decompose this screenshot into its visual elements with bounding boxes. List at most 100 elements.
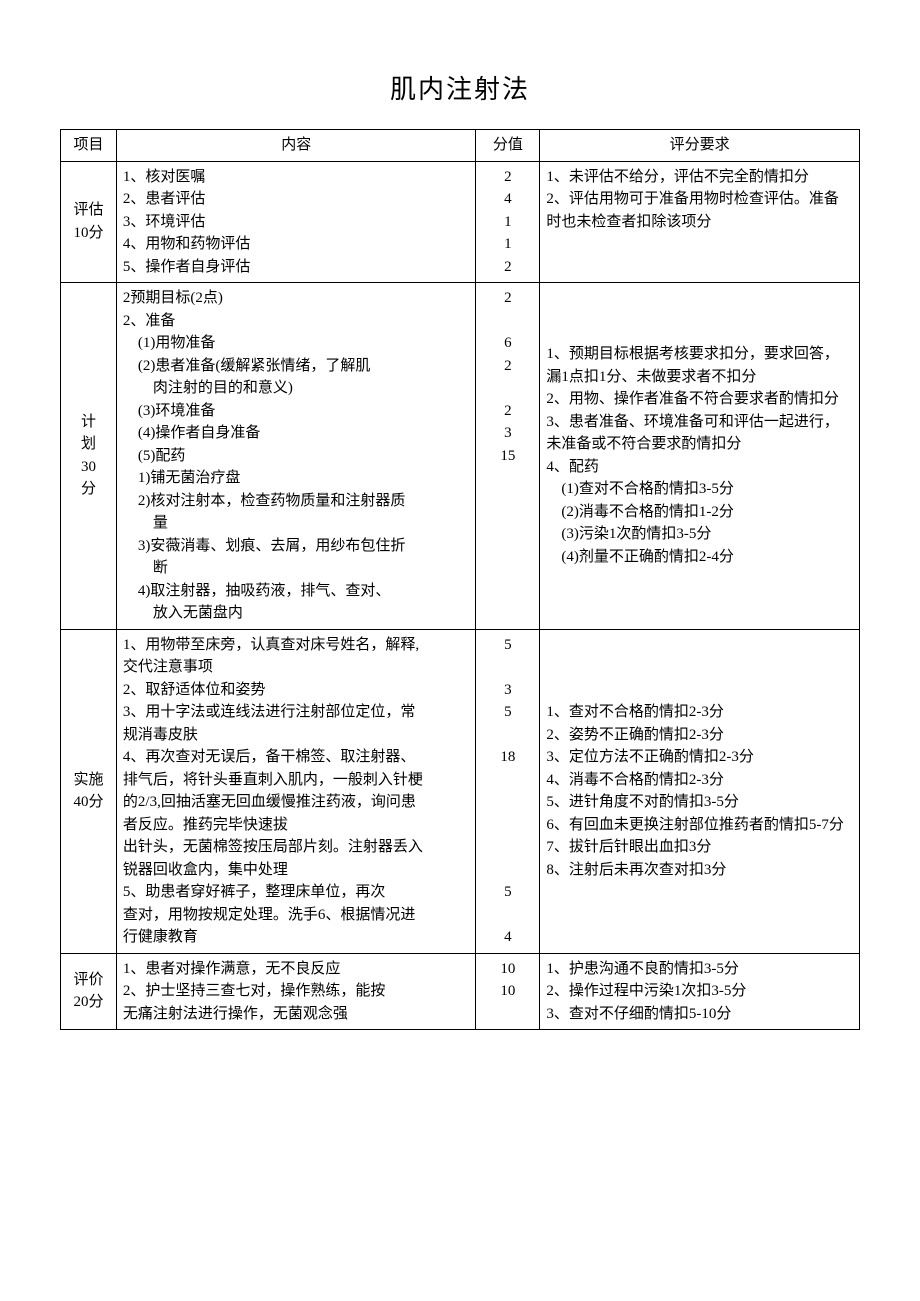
score-line: 18 bbox=[482, 746, 533, 769]
score-line bbox=[482, 814, 533, 837]
req-line: (3)污染1次酌情扣3-5分 bbox=[546, 523, 853, 546]
cell-content: 1、用物带至床旁，认真查对床号姓名，解释, 交代注意事项 2、取舒适体位和姿势 … bbox=[116, 629, 476, 953]
content-line: 无痛注射法进行操作，无菌观念强 bbox=[123, 1003, 470, 1026]
cell-score: 2 4 1 1 2 bbox=[476, 161, 540, 283]
score-line bbox=[482, 724, 533, 747]
req-line: 1、未评估不给分，评估不完全酌情扣分 bbox=[546, 166, 853, 189]
cell-requirement: 1、预期目标根据考核要求扣分，要求回答，漏1点扣1分、未做要求者不扣分 2、用物… bbox=[540, 283, 860, 630]
req-line: 2、评估用物可于准备用物时检查评估。准备时也未检查者扣除该项分 bbox=[546, 188, 853, 233]
content-line: 2预期目标(2点) bbox=[123, 287, 470, 310]
content-line: 3、环境评估 bbox=[123, 211, 470, 234]
content-line: 断 bbox=[123, 557, 470, 580]
cell-requirement: 1、未评估不给分，评估不完全酌情扣分 2、评估用物可于准备用物时检查评估。准备时… bbox=[540, 161, 860, 283]
cell-score: 5 3 5 18 5 4 bbox=[476, 629, 540, 953]
score-line bbox=[482, 769, 533, 792]
req-line: 3、患者准备、环境准备可和评估一起进行，未准备或不符合要求酌情扣分 bbox=[546, 411, 853, 456]
content-line: 排气后，将针头垂直刺入肌内，一般刺入针梗 bbox=[123, 769, 470, 792]
score-line: 4 bbox=[482, 926, 533, 949]
score-line: 3 bbox=[482, 422, 533, 445]
req-line: 4、消毒不合格酌情扣2-3分 bbox=[546, 769, 853, 792]
cell-requirement: 1、护患沟通不良酌情扣3-5分 2、操作过程中污染1次扣3-5分 3、查对不仔细… bbox=[540, 953, 860, 1030]
cell-project: 计 划 30 分 bbox=[61, 283, 117, 630]
page-title: 肌内注射法 bbox=[60, 70, 860, 109]
content-line: 查对，用物按规定处理。洗手6、根据情况进 bbox=[123, 904, 470, 927]
req-line: 8、注射后未再次查对扣3分 bbox=[546, 859, 853, 882]
cell-project: 评价 20分 bbox=[61, 953, 117, 1030]
cell-content: 2预期目标(2点) 2、准备 (1)用物准备 (2)患者准备(缓解紧张情绪，了解… bbox=[116, 283, 476, 630]
content-line: 1、患者对操作满意，无不良反应 bbox=[123, 958, 470, 981]
req-line: (1)查对不合格酌情扣3-5分 bbox=[546, 478, 853, 501]
score-line: 1 bbox=[482, 233, 533, 256]
content-line: 4、再次查对无误后，备干棉签、取注射器、 bbox=[123, 746, 470, 769]
table-header-row: 项目 内容 分值 评分要求 bbox=[61, 130, 860, 162]
content-line: 4、用物和药物评估 bbox=[123, 233, 470, 256]
project-label: 实施 40分 bbox=[73, 772, 103, 811]
cell-project: 评估 10分 bbox=[61, 161, 117, 283]
content-line: (2)患者准备(缓解紧张情绪，了解肌 bbox=[123, 355, 470, 378]
req-line: (2)消毒不合格酌情扣1-2分 bbox=[546, 501, 853, 524]
header-score: 分值 bbox=[476, 130, 540, 162]
table-row: 计 划 30 分 2预期目标(2点) 2、准备 (1)用物准备 (2)患者准备(… bbox=[61, 283, 860, 630]
req-line: 6、有回血未更换注射部位推药者酌情扣5-7分 bbox=[546, 814, 853, 837]
score-line: 2 bbox=[482, 166, 533, 189]
table-row: 评价 20分 1、患者对操作满意，无不良反应 2、护士坚持三查七对，操作熟练，能… bbox=[61, 953, 860, 1030]
content-line: 行健康教育 bbox=[123, 926, 470, 949]
req-line: 1、护患沟通不良酌情扣3-5分 bbox=[546, 958, 853, 981]
score-line: 5 bbox=[482, 881, 533, 904]
content-line: 交代注意事项 bbox=[123, 656, 470, 679]
content-line: 锐器回收盒内，集中处理 bbox=[123, 859, 470, 882]
content-line: (4)操作者自身准备 bbox=[123, 422, 470, 445]
score-line: 6 bbox=[482, 332, 533, 355]
content-line: (1)用物准备 bbox=[123, 332, 470, 355]
req-line: 2、用物、操作者准备不符合要求者酌情扣分 bbox=[546, 388, 853, 411]
cell-requirement: 1、查对不合格酌情扣2-3分 2、姿势不正确酌情扣2-3分 3、定位方法不正确酌… bbox=[540, 629, 860, 953]
score-line: 10 bbox=[482, 958, 533, 981]
content-line: 1)铺无菌治疗盘 bbox=[123, 467, 470, 490]
content-line: (5)配药 bbox=[123, 445, 470, 468]
cell-score: 10 10 bbox=[476, 953, 540, 1030]
content-line: 的2/3,回抽活塞无回血缓慢推注药液，询问患 bbox=[123, 791, 470, 814]
cell-score: 2 6 2 2 3 15 bbox=[476, 283, 540, 630]
header-content: 内容 bbox=[116, 130, 476, 162]
content-line: 量 bbox=[123, 512, 470, 535]
project-label: 计 划 30 分 bbox=[81, 414, 96, 498]
score-line: 2 bbox=[482, 400, 533, 423]
table-row: 实施 40分 1、用物带至床旁，认真查对床号姓名，解释, 交代注意事项 2、取舒… bbox=[61, 629, 860, 953]
req-line: 1、查对不合格酌情扣2-3分 bbox=[546, 701, 853, 724]
cell-content: 1、患者对操作满意，无不良反应 2、护士坚持三查七对，操作熟练，能按 无痛注射法… bbox=[116, 953, 476, 1030]
score-line: 4 bbox=[482, 188, 533, 211]
req-line: 4、配药 bbox=[546, 456, 853, 479]
content-line: 2、取舒适体位和姿势 bbox=[123, 679, 470, 702]
header-project: 项目 bbox=[61, 130, 117, 162]
req-line: 2、操作过程中污染1次扣3-5分 bbox=[546, 980, 853, 1003]
content-line: 放入无菌盘内 bbox=[123, 602, 470, 625]
score-line: 2 bbox=[482, 256, 533, 279]
content-line: 出针头，无菌棉签按压局部片刻。注射器丢入 bbox=[123, 836, 470, 859]
req-line: 3、定位方法不正确酌情扣2-3分 bbox=[546, 746, 853, 769]
score-line: 1 bbox=[482, 211, 533, 234]
req-line: 5、进针角度不对酌情扣3-5分 bbox=[546, 791, 853, 814]
content-line: 5、助患者穿好裤子，整理床单位，再次 bbox=[123, 881, 470, 904]
score-line bbox=[482, 859, 533, 882]
content-line: 2、准备 bbox=[123, 310, 470, 333]
content-line: 肉注射的目的和意义) bbox=[123, 377, 470, 400]
table-row: 评估 10分 1、核对医嘱 2、患者评估 3、环境评估 4、用物和药物评估 5、… bbox=[61, 161, 860, 283]
content-line: 5、操作者自身评估 bbox=[123, 256, 470, 279]
cell-project: 实施 40分 bbox=[61, 629, 117, 953]
project-label: 评估 10分 bbox=[73, 202, 103, 241]
req-line: (4)剂量不正确酌情扣2-4分 bbox=[546, 546, 853, 569]
project-label: 评价 20分 bbox=[73, 972, 103, 1011]
score-line bbox=[482, 656, 533, 679]
score-line: 2 bbox=[482, 355, 533, 378]
content-line: 者反应。推药完毕快速拔 bbox=[123, 814, 470, 837]
req-line: 2、姿势不正确酌情扣2-3分 bbox=[546, 724, 853, 747]
req-line: 7、拔针后针眼出血扣3分 bbox=[546, 836, 853, 859]
score-line: 5 bbox=[482, 634, 533, 657]
score-line: 5 bbox=[482, 701, 533, 724]
cell-content: 1、核对医嘱 2、患者评估 3、环境评估 4、用物和药物评估 5、操作者自身评估 bbox=[116, 161, 476, 283]
req-line: 1、预期目标根据考核要求扣分，要求回答，漏1点扣1分、未做要求者不扣分 bbox=[546, 343, 853, 388]
score-line: 3 bbox=[482, 679, 533, 702]
req-line: 3、查对不仔细酌情扣5-10分 bbox=[546, 1003, 853, 1026]
score-line bbox=[482, 1003, 533, 1026]
content-line: 1、用物带至床旁，认真查对床号姓名，解释, bbox=[123, 634, 470, 657]
